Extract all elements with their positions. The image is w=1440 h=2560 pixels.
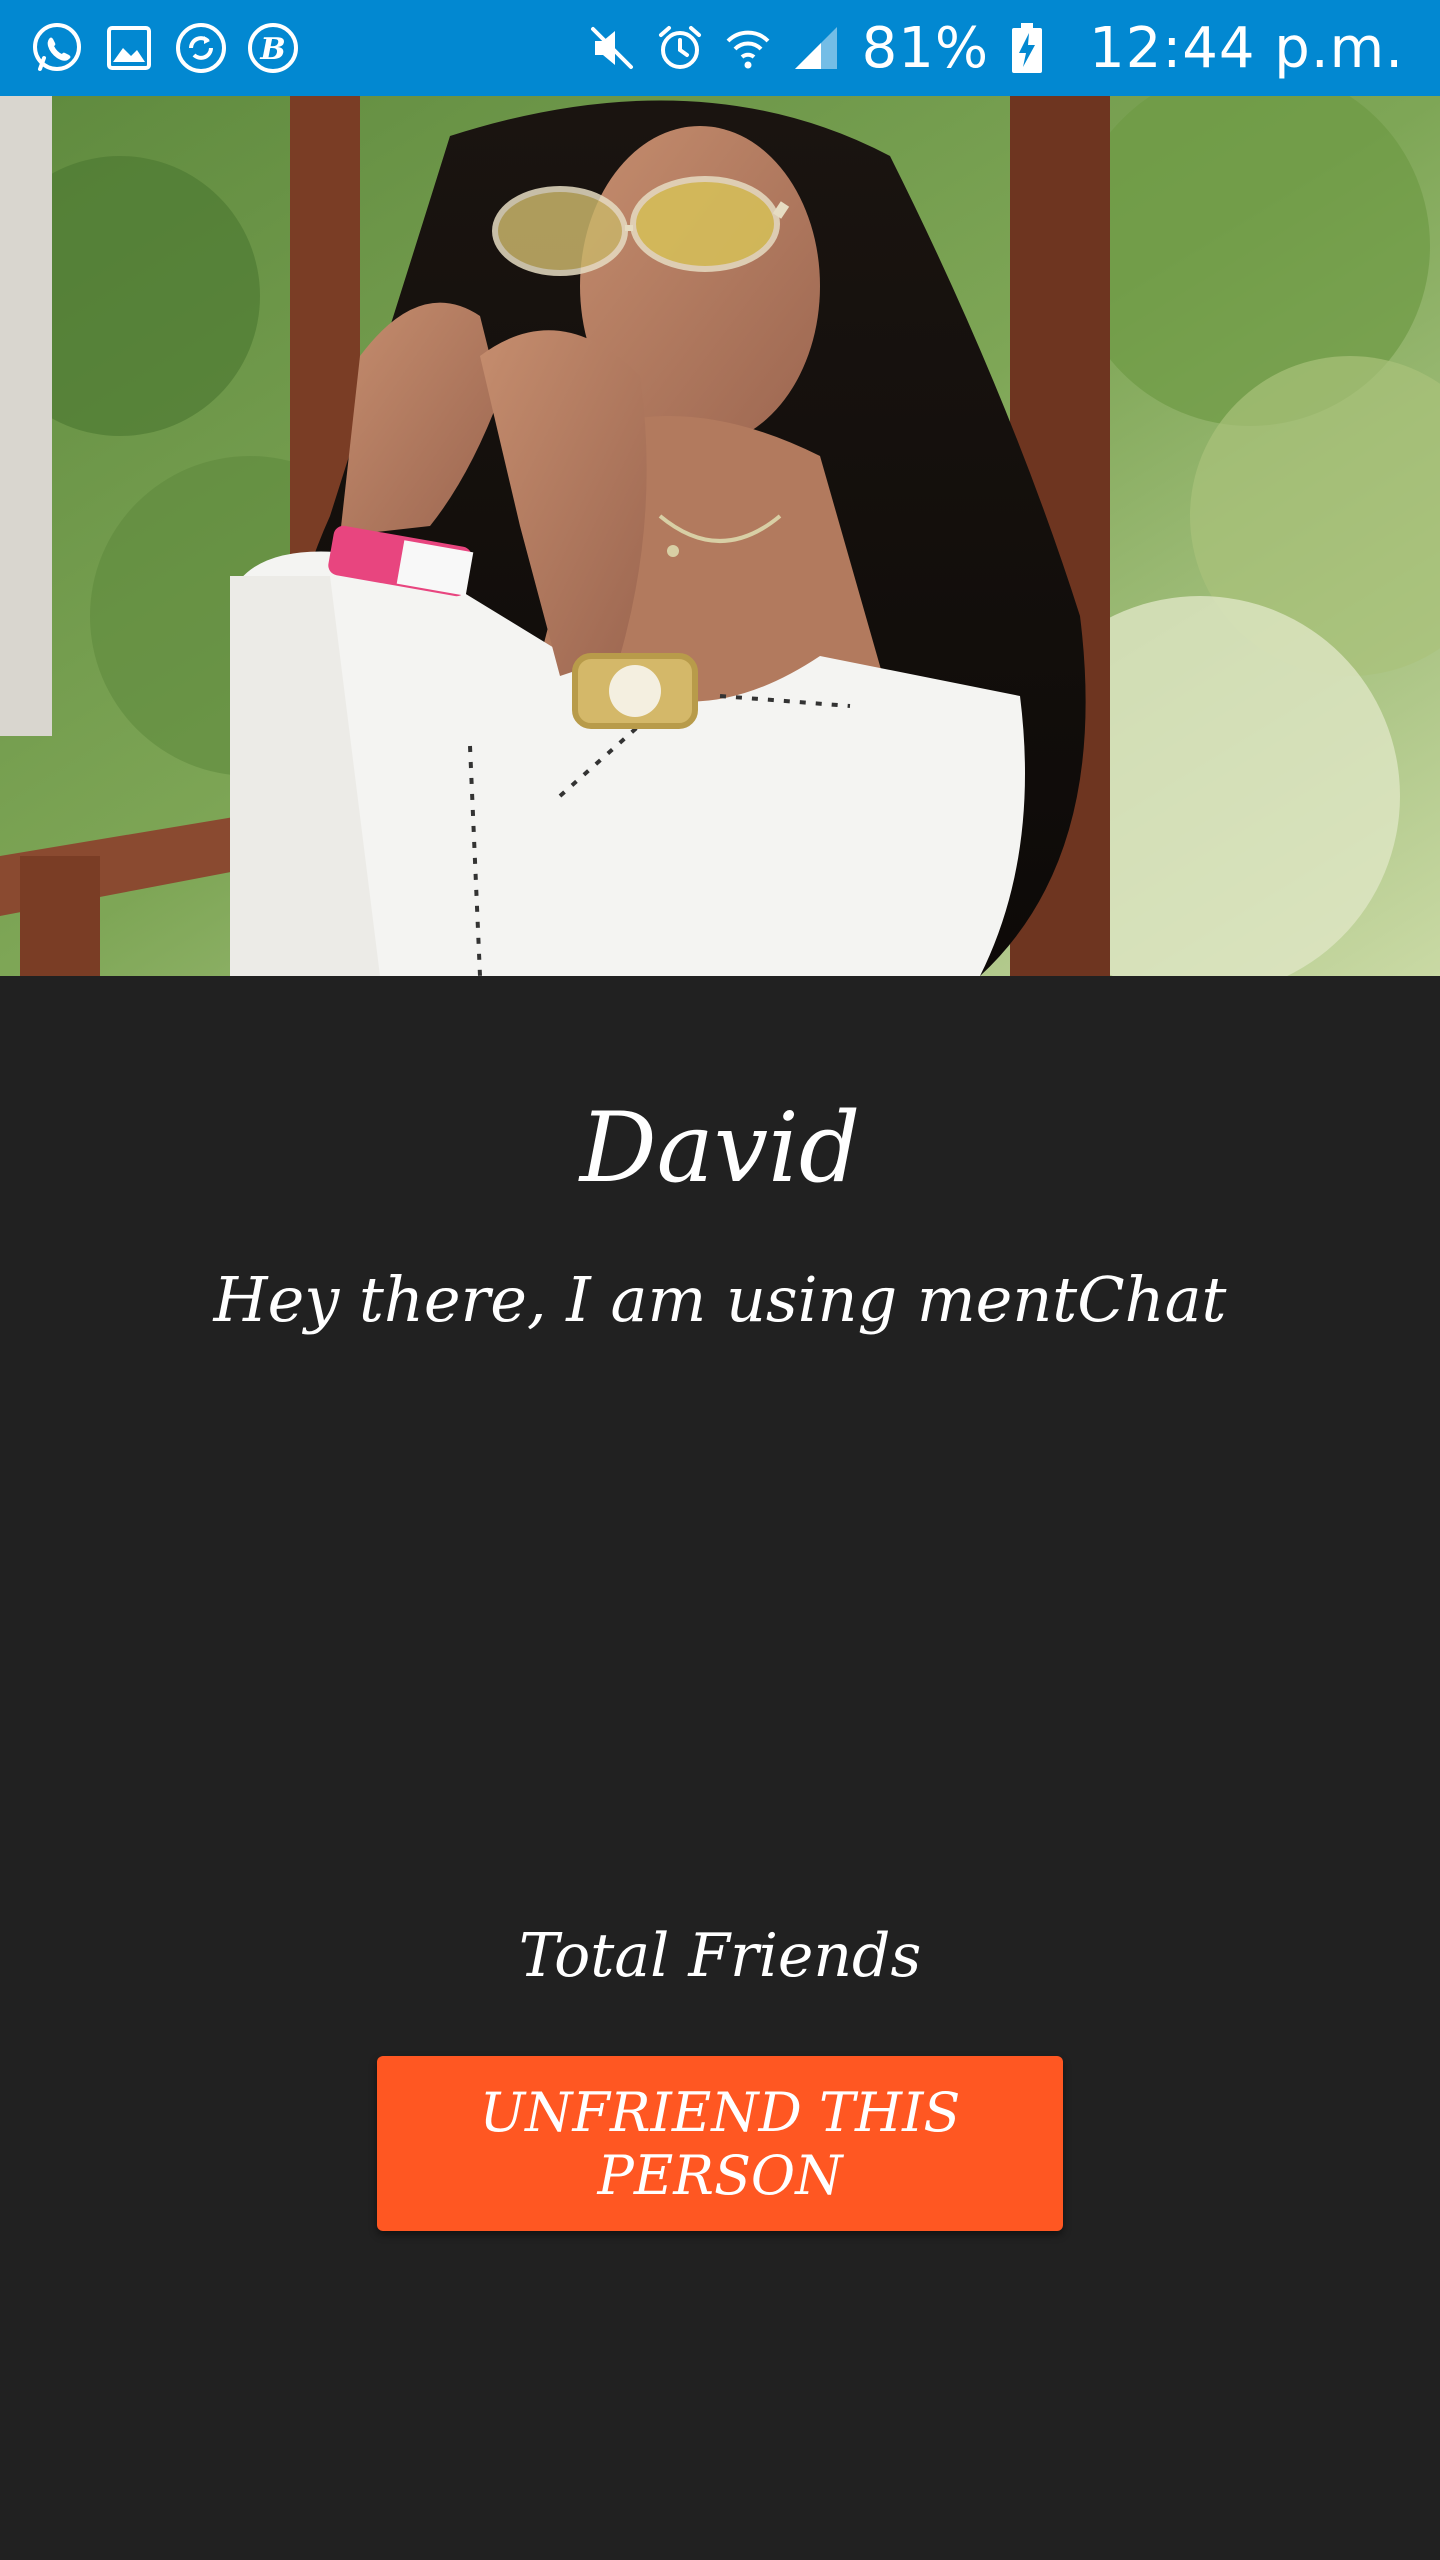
mute-icon bbox=[584, 19, 640, 77]
b-app-icon: B bbox=[244, 19, 302, 77]
status-bar-left: B bbox=[28, 0, 316, 96]
unfriend-button[interactable]: UNFRIEND THIS PERSON bbox=[377, 2056, 1063, 2231]
profile-status: Hey there, I am using mentChat bbox=[213, 1263, 1227, 1336]
total-friends-label: Total Friends bbox=[518, 1921, 922, 1991]
gallery-icon bbox=[100, 19, 158, 77]
svg-text:B: B bbox=[259, 32, 285, 67]
battery-percent: 81% bbox=[861, 15, 990, 81]
status-bar: B 81% 12:44 p.m. bbox=[0, 0, 1440, 96]
profile-screen: B 81% 12:44 p.m. David Hey there, I am u… bbox=[0, 0, 1440, 2560]
alarm-icon bbox=[652, 19, 708, 77]
battery-charging-icon bbox=[999, 19, 1055, 77]
clock: 12:44 p.m. bbox=[1089, 15, 1404, 81]
profile-name: David bbox=[579, 1092, 861, 1204]
sync-icon bbox=[172, 19, 230, 77]
whatsapp-icon bbox=[28, 19, 86, 77]
wifi-icon bbox=[720, 19, 776, 77]
signal-icon bbox=[788, 19, 844, 77]
status-bar-right: 81% 12:44 p.m. bbox=[584, 0, 1404, 96]
profile-photo bbox=[0, 96, 1440, 976]
